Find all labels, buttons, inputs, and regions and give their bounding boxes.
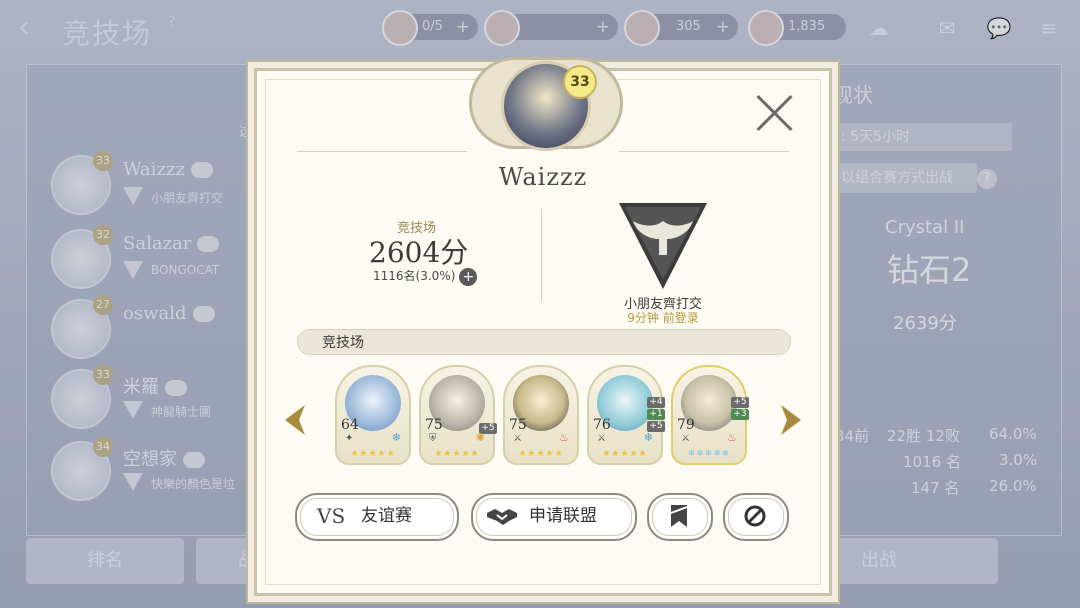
player-name: Waizzz bbox=[498, 163, 588, 191]
hero-level: 76 bbox=[593, 417, 611, 433]
bookmark-button[interactable] bbox=[647, 493, 713, 541]
light-element-icon: ✺ bbox=[475, 431, 485, 444]
hero-card[interactable]: 76 ⚔ +4 +1 +5 ❄ ★★★★★ bbox=[587, 365, 665, 465]
class-icon: ⛨ bbox=[429, 433, 437, 444]
arena-rank: 1116名(3.0%) + bbox=[373, 267, 478, 286]
block-icon bbox=[744, 505, 766, 527]
star-rating: ★★★★★ bbox=[350, 449, 396, 459]
handshake-icon bbox=[487, 509, 517, 525]
fire-element-icon: ♨ bbox=[559, 431, 569, 444]
vertical-divider bbox=[541, 209, 542, 301]
guild-emblem-icon[interactable] bbox=[615, 199, 711, 291]
enhance-badge: +1 bbox=[647, 409, 665, 420]
enhance-badge: +3 bbox=[731, 409, 749, 420]
arena-rank-text: 1116名(3.0%) bbox=[373, 269, 456, 283]
star-rating: ★★★★★ bbox=[602, 449, 648, 459]
close-icon[interactable] bbox=[753, 91, 797, 135]
section-title: 竞技场 bbox=[297, 329, 791, 355]
friendly-match-button[interactable]: VS 友谊赛 bbox=[295, 493, 459, 541]
apply-alliance-label: 申请联盟 bbox=[529, 506, 597, 526]
apply-alliance-button[interactable]: 申请联盟 bbox=[471, 493, 637, 541]
hero-card[interactable]: 75 ⛨ +5 ✺ ★★★★★ bbox=[419, 365, 497, 465]
class-icon: ⚔ bbox=[597, 433, 606, 444]
class-icon: ✦ bbox=[345, 433, 354, 444]
star-rating: ★★★★★ bbox=[434, 449, 480, 459]
divider bbox=[297, 151, 467, 152]
last-login: 9分钟 前登录 bbox=[627, 311, 699, 325]
vs-icon: VS bbox=[317, 504, 346, 528]
hero-card[interactable]: 64 ✦ ❄ ★★★★★ bbox=[335, 365, 411, 465]
hero-level: 79 bbox=[677, 417, 695, 433]
water-element-icon: ❄ bbox=[391, 431, 401, 444]
enhance-badge: +5 bbox=[731, 397, 749, 408]
divider bbox=[619, 151, 789, 152]
class-icon: ⚔ bbox=[681, 433, 690, 444]
hero-level: 75 bbox=[509, 417, 527, 433]
hero-level: 75 bbox=[425, 417, 443, 433]
enhance-badge: +4 bbox=[647, 397, 665, 408]
fire-element-icon: ♨ bbox=[727, 431, 737, 444]
level-badge: 33 bbox=[563, 65, 597, 99]
hero-level: 64 bbox=[341, 417, 359, 433]
arena-score: 2604分 bbox=[369, 236, 469, 269]
block-button[interactable] bbox=[723, 493, 789, 541]
water-element-icon: ❄ bbox=[643, 431, 653, 444]
star-rating: ★★★★★ bbox=[518, 449, 564, 459]
hero-card[interactable]: 75 ⚔ ♨ ★★★★★ bbox=[503, 365, 579, 465]
arrow-right-icon[interactable] bbox=[779, 403, 805, 437]
star-rating: ❄❄❄❄❄ bbox=[687, 449, 731, 459]
class-icon: ⚔ bbox=[513, 433, 522, 444]
player-info-dialog: 33 Waizzz 竞技场 2604分 1116名(3.0%) + 小朋友齊打交 … bbox=[254, 57, 832, 596]
add-icon[interactable]: + bbox=[459, 267, 478, 286]
bookmark-icon bbox=[670, 505, 688, 527]
hero-card[interactable]: 79 ⚔ +5 +3 ♨ ❄❄❄❄❄ bbox=[671, 365, 749, 465]
friendly-match-label: 友谊赛 bbox=[361, 506, 412, 526]
arrow-left-icon[interactable] bbox=[281, 403, 307, 437]
